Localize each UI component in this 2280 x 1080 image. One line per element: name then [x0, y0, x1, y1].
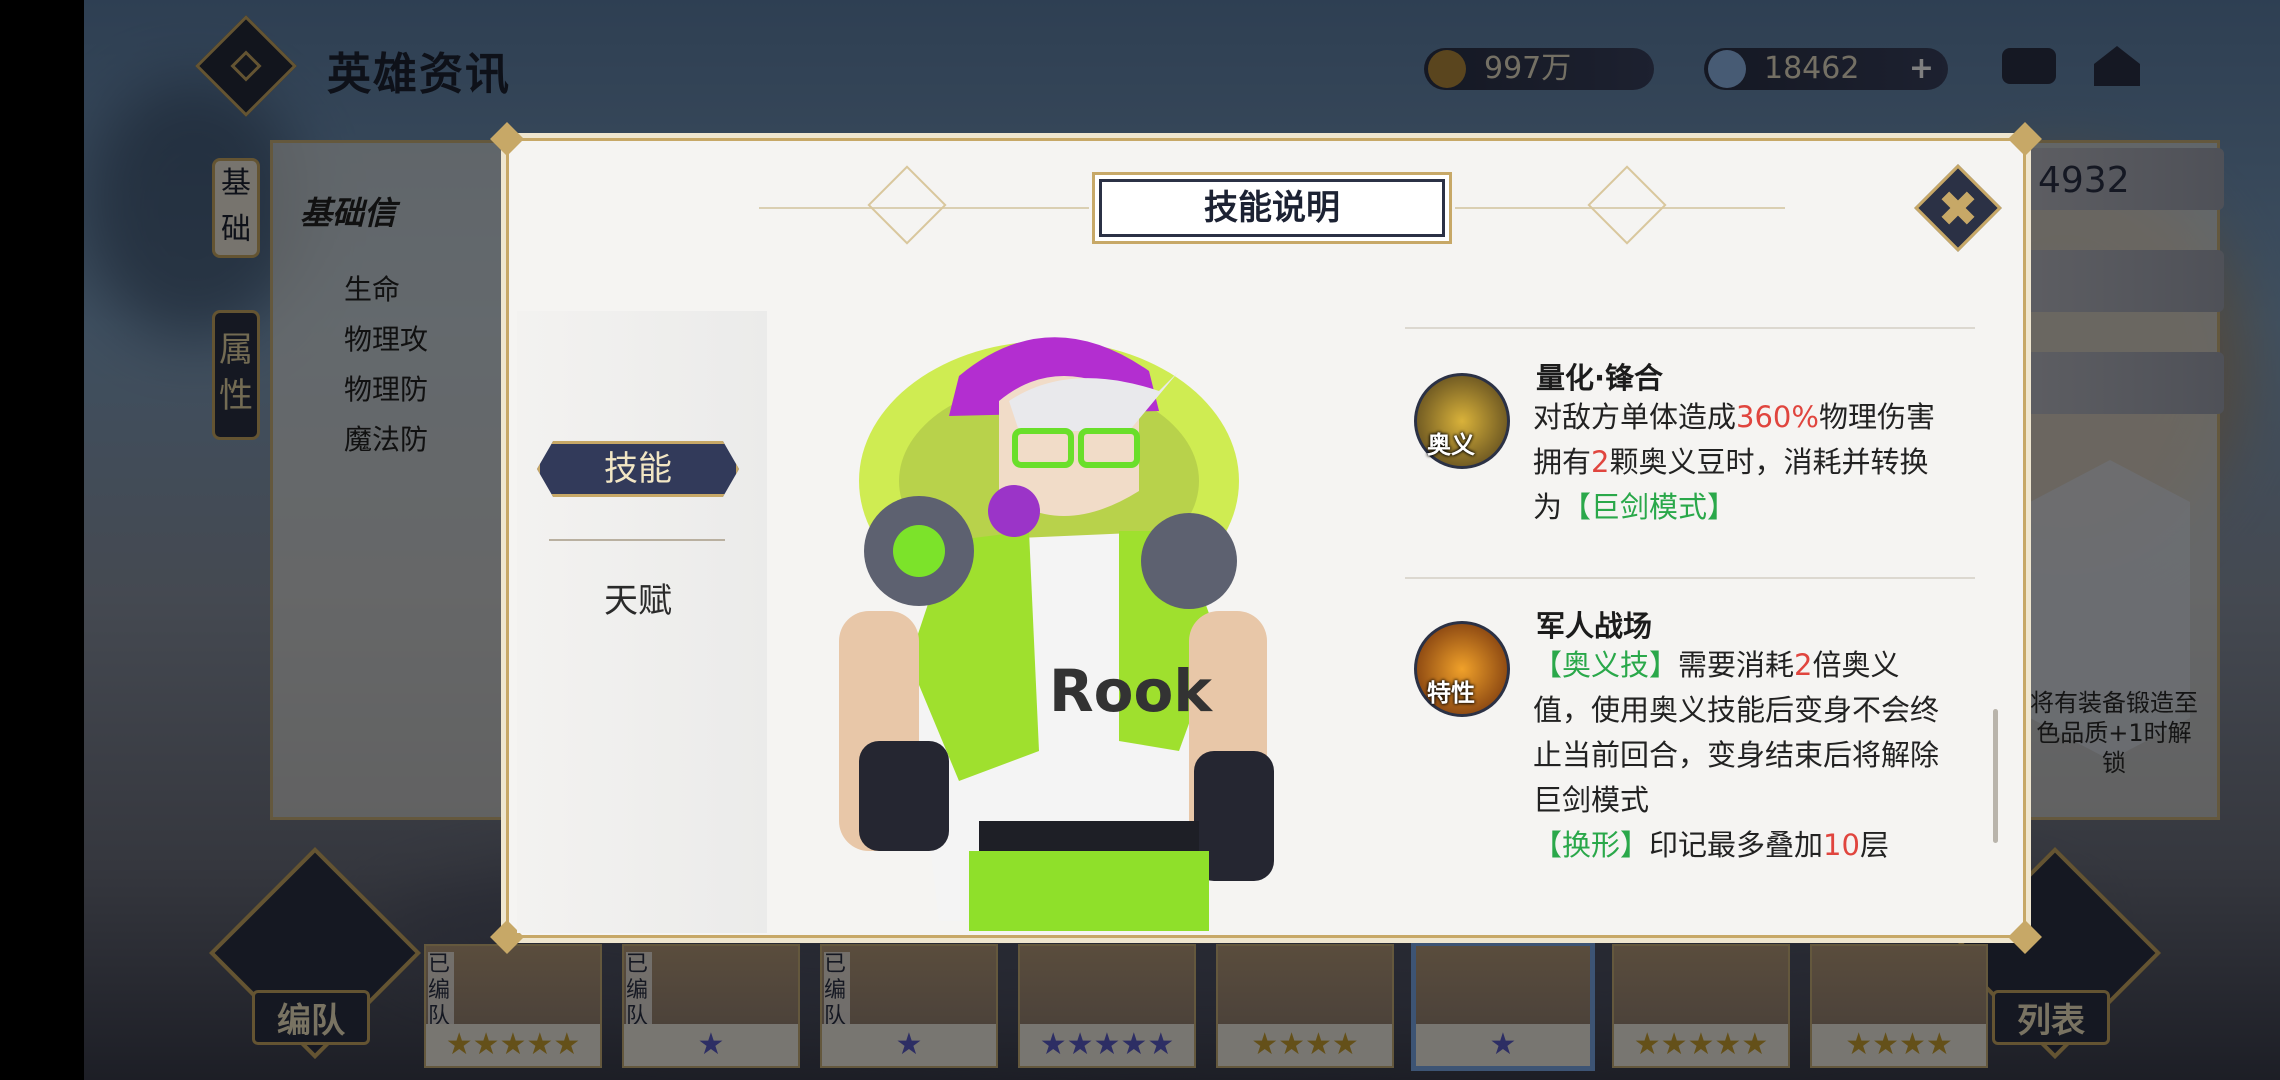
keyword-link[interactable]: 【巨剑模式】	[1562, 490, 1736, 524]
skill-divider	[1405, 577, 1975, 579]
dialog-title: 技能说明	[1099, 179, 1445, 237]
description-text: 值，使用奥义技能后变身不会终	[1533, 693, 1940, 727]
description-text: 倍奥义	[1812, 648, 1900, 682]
description-text: 印记最多叠加	[1649, 828, 1824, 862]
keyword-link[interactable]: 【奥义技】	[1533, 648, 1678, 682]
description-text: 拥有	[1533, 445, 1592, 479]
skill-tag: 奥义	[1427, 431, 1475, 459]
highlight-number: 2	[1794, 648, 1813, 682]
description-text: 对敌方单体造成	[1533, 400, 1737, 434]
description-text: 为	[1533, 490, 1563, 524]
skill-icon-trait[interactable]: 特性	[1414, 621, 1510, 717]
skill-description-line: 【换形】印记最多叠加10层	[1533, 823, 1983, 868]
tab-talent[interactable]: 天赋	[537, 573, 739, 622]
highlight-number: 360%	[1736, 400, 1819, 434]
description-text: 颗奥义豆时，消耗并转换	[1609, 445, 1929, 479]
title-ornament-diamond	[1587, 165, 1667, 245]
skill-description-line: 为【巨剑模式】	[1533, 485, 1983, 530]
skill-description-line: 巨剑模式	[1533, 778, 1983, 823]
tab-column	[517, 311, 767, 933]
skill-divider	[1405, 327, 1975, 329]
skill-name: 量化·锋合	[1536, 361, 1664, 395]
description-text: 物理伤害	[1818, 400, 1935, 434]
skill-name: 军人战场	[1536, 609, 1653, 643]
description-text: 层	[1859, 828, 1889, 862]
skill-description-line: 对敌方单体造成360%物理伤害	[1533, 395, 1983, 440]
skill-info-dialog: 技能说明 技能 天赋 Rook 奥义 量化·锋合 对敌方单体造成360%物理伤害…	[490, 122, 2042, 954]
skill-description: 【奥义技】需要消耗2倍奥义值，使用奥义技能后变身不会终 止当前回合，变身结束后将解…	[1533, 643, 1983, 868]
scrollbar[interactable]	[1993, 709, 1998, 843]
description-text: 止当前回合，变身结束后将解除	[1533, 738, 1940, 772]
skill-description: 对敌方单体造成360%物理伤害 拥有2颗奥义豆时，消耗并转换 为【巨剑模式】	[1533, 395, 1983, 530]
keyword-link[interactable]: 【换形】	[1533, 828, 1649, 862]
tab-skills[interactable]: 技能	[537, 441, 739, 497]
skill-description-line: 值，使用奥义技能后变身不会终	[1533, 688, 1983, 733]
skill-description-line: 止当前回合，变身结束后将解除	[1533, 733, 1983, 778]
title-ornament-diamond	[867, 165, 947, 245]
tab-divider	[549, 539, 725, 541]
close-icon	[1933, 183, 1984, 234]
game-view: 英雄资讯 997万 18462 + 基础 属性 基础信 生命 物理攻 物理防 魔…	[84, 0, 2280, 1080]
highlight-number: 10	[1823, 828, 1860, 862]
description-text: 巨剑模式	[1533, 783, 1650, 817]
screen: 英雄资讯 997万 18462 + 基础 属性 基础信 生命 物理攻 物理防 魔…	[0, 0, 2280, 1080]
highlight-number: 2	[1591, 445, 1610, 479]
close-button[interactable]	[1914, 164, 2002, 252]
skill-tag: 特性	[1427, 679, 1475, 707]
hero-portrait: Rook	[839, 337, 1274, 931]
description-text: 需要消耗	[1678, 648, 1795, 682]
svg-text:Rook: Rook	[1049, 657, 1213, 725]
skill-description-line: 【奥义技】需要消耗2倍奥义	[1533, 643, 1983, 688]
skill-description-line: 拥有2颗奥义豆时，消耗并转换	[1533, 440, 1983, 485]
skill-icon-ultimate[interactable]: 奥义	[1414, 373, 1510, 469]
